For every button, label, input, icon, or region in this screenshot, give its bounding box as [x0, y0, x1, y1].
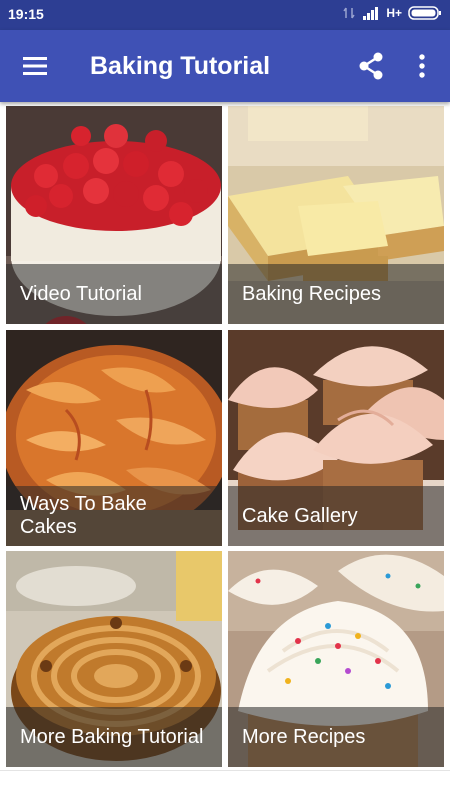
status-bar: 19:15 H+ [0, 0, 450, 30]
network-type: H+ [386, 6, 402, 20]
no-data-icon [343, 7, 355, 19]
category-grid: Video Tutorial Baking Recipes Ways To Ba… [0, 102, 450, 800]
signal-icon [363, 7, 379, 20]
tile-caption: More Baking Tutorial [6, 707, 222, 767]
more-vert-icon[interactable] [410, 50, 434, 82]
tile-ways-to-bake-cakes[interactable]: Ways To Bake Cakes [6, 330, 222, 546]
tile-caption: Ways To Bake Cakes [6, 486, 222, 546]
tile-caption: More Recipes [228, 707, 444, 767]
tile-caption: Video Tutorial [6, 264, 222, 324]
hamburger-menu-icon[interactable] [17, 50, 53, 82]
tile-cake-gallery[interactable]: Cake Gallery [228, 330, 444, 546]
tile-more-baking-tutorial[interactable]: More Baking Tutorial [6, 551, 222, 767]
tile-caption: Baking Recipes [228, 264, 444, 324]
tile-caption: Cake Gallery [228, 486, 444, 546]
app-bar: Baking Tutorial [0, 30, 450, 102]
status-icons: H+ [342, 6, 442, 20]
status-time: 19:15 [8, 6, 44, 22]
tile-baking-recipes[interactable]: Baking Recipes [228, 106, 444, 324]
bottom-divider [0, 770, 450, 771]
tile-more-recipes[interactable]: More Recipes [228, 551, 444, 767]
battery-icon [408, 6, 441, 20]
tile-video-tutorial[interactable]: Video Tutorial [6, 106, 222, 324]
share-icon[interactable] [355, 50, 387, 82]
app-title: Baking Tutorial [90, 52, 271, 80]
